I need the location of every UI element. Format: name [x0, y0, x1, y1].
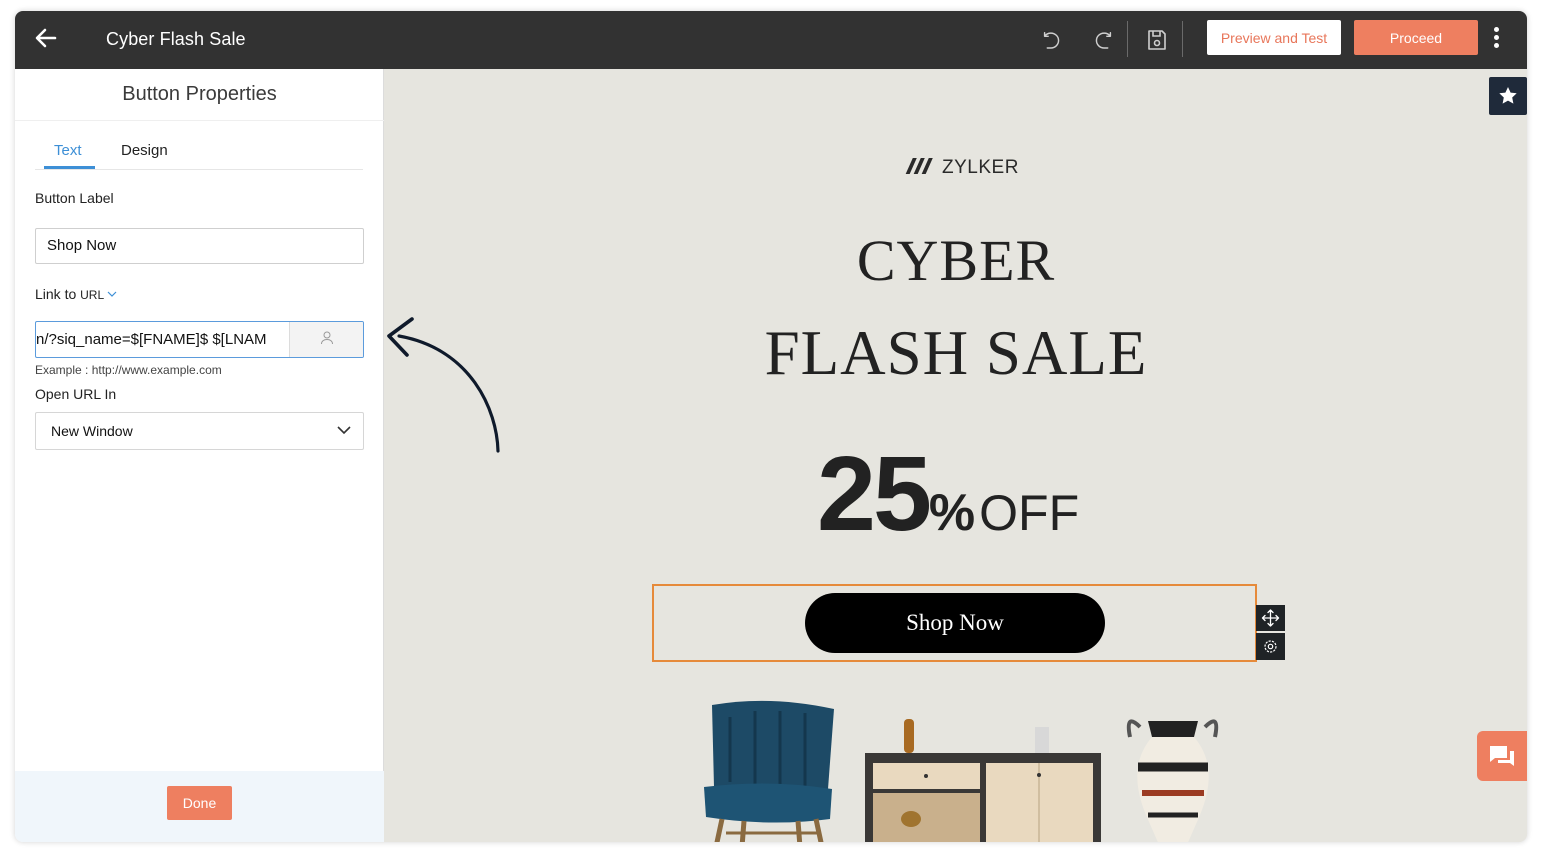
brand-name: ZYLKER [942, 157, 1019, 178]
undo-icon[interactable] [1041, 28, 1065, 52]
toolbar-divider [1182, 21, 1183, 57]
user-icon [321, 331, 333, 345]
redo-icon[interactable] [1090, 28, 1114, 52]
back-arrow-icon[interactable] [33, 25, 59, 51]
vase-image [1126, 719, 1219, 842]
button-properties-panel: Button Properties Text Design Button Lab… [15, 69, 384, 842]
preview-and-test-button[interactable]: Preview and Test [1207, 20, 1341, 55]
chair-image [704, 700, 834, 842]
discount-percent: % [928, 484, 976, 542]
button-label-input[interactable]: Shop Now [35, 228, 364, 264]
url-hint: Example : http://www.example.com [35, 363, 222, 377]
link-type-value: URL [80, 288, 104, 302]
panel-title: Button Properties [122, 83, 277, 105]
product-images [704, 700, 1219, 842]
link-type-dropdown[interactable]: URL [80, 288, 117, 302]
done-button[interactable]: Done [167, 786, 232, 820]
save-icon[interactable] [1145, 28, 1169, 52]
gear-icon[interactable] [1256, 633, 1285, 660]
tab-design[interactable]: Design [121, 142, 168, 159]
open-url-in-select[interactable]: New Window [35, 412, 364, 450]
url-field[interactable]: n/?siq_name=$[FNAME]$ $[LNAM [35, 321, 364, 358]
chat-icon[interactable] [1477, 731, 1527, 781]
headline-flash-sale[interactable]: FLASH SALE [385, 317, 1527, 390]
open-url-in-heading: Open URL In [35, 386, 117, 402]
proceed-button[interactable]: Proceed [1354, 20, 1478, 55]
open-url-in-value: New Window [51, 423, 133, 439]
discount-text[interactable]: 25%OFF [817, 434, 1079, 553]
button-label-heading: Button Label [35, 190, 114, 206]
star-icon[interactable] [1489, 77, 1527, 115]
link-to-heading: Link to URL [35, 286, 117, 302]
toolbar-divider [1127, 21, 1128, 57]
url-input[interactable]: n/?siq_name=$[FNAME]$ $[LNAM [36, 322, 289, 357]
page-title: Cyber Flash Sale [106, 29, 246, 49]
headline-cyber[interactable]: CYBER [385, 227, 1527, 294]
zylker-logo-icon [905, 158, 933, 174]
chevron-down-icon [337, 426, 351, 435]
app-window: Cyber Flash Sale Preview and Test Procee… [15, 11, 1527, 842]
divider [15, 120, 384, 121]
shop-now-cta-button[interactable]: Shop Now [805, 593, 1105, 653]
discount-off: OFF [979, 485, 1080, 541]
link-to-label: Link to [35, 286, 77, 302]
divider [35, 169, 363, 170]
email-canvas: ZYLKER CYBER FLASH SALE 25%OFF Shop Now [385, 69, 1527, 842]
sideboard-image [865, 719, 1101, 842]
discount-number: 25 [817, 435, 932, 553]
move-icon[interactable] [1256, 605, 1285, 631]
url-input-value: n/?siq_name=$[FNAME]$ $[LNAM [36, 331, 267, 348]
tab-text[interactable]: Text [54, 142, 82, 159]
top-bar: Cyber Flash Sale Preview and Test Procee… [15, 11, 1527, 69]
brand-logo: ZYLKER [905, 153, 1018, 179]
more-vertical-icon[interactable] [1491, 25, 1501, 53]
merge-tag-button[interactable] [289, 322, 363, 357]
panel-footer: Done [15, 771, 384, 842]
chevron-down-icon [107, 291, 117, 297]
